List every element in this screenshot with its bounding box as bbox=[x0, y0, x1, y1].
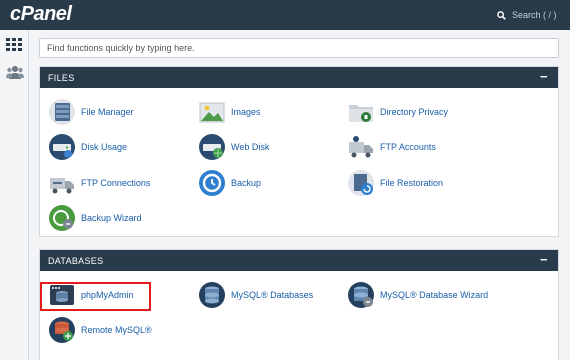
cpanel-logo[interactable]: cPanel bbox=[10, 3, 72, 26]
backup-label: Backup bbox=[231, 178, 262, 188]
quick-find-input[interactable] bbox=[39, 38, 559, 58]
files-panel-header[interactable]: FILES − bbox=[40, 67, 558, 88]
users-icon bbox=[5, 66, 24, 79]
search-label: Search ( / ) bbox=[512, 10, 557, 20]
files-title: FILES bbox=[48, 72, 75, 83]
web-disk-icon bbox=[199, 134, 225, 160]
mysql-databases-icon bbox=[199, 282, 225, 308]
mysql-wizard-label: MySQL® Database Wizard bbox=[380, 290, 489, 300]
databases-collapse-icon[interactable]: − bbox=[539, 253, 549, 266]
web-disk-link[interactable]: Web Disk bbox=[198, 132, 269, 162]
remote-mysql-icon bbox=[49, 317, 75, 343]
file-restoration-link[interactable]: File Restoration bbox=[347, 168, 443, 198]
files-panel: FILES − File Manager Images Directory Pr… bbox=[39, 66, 559, 237]
databases-panel-header[interactable]: DATABASES − bbox=[40, 250, 558, 271]
backup-wizard-icon bbox=[49, 205, 75, 231]
search-icon bbox=[497, 10, 506, 20]
images-link[interactable]: Images bbox=[198, 97, 261, 127]
ftp-accounts-link[interactable]: FTP Accounts bbox=[347, 132, 436, 162]
directory-privacy-icon bbox=[349, 105, 373, 122]
ftp-accounts-label: FTP Accounts bbox=[380, 142, 436, 152]
disk-usage-label: Disk Usage bbox=[81, 142, 128, 152]
ftp-connections-icon bbox=[50, 178, 74, 194]
disk-usage-link[interactable]: Disk Usage bbox=[48, 132, 127, 162]
remote-mysql-link[interactable]: Remote MySQL® bbox=[48, 315, 152, 345]
backup-icon bbox=[199, 170, 225, 196]
file-restoration-icon bbox=[348, 170, 374, 196]
ftp-connections-label: FTP Connections bbox=[81, 178, 151, 188]
databases-title: DATABASES bbox=[48, 255, 104, 266]
header-search[interactable]: Search ( / ) bbox=[497, 8, 557, 22]
images-icon bbox=[199, 102, 225, 123]
top-bar: cPanel Search ( / ) bbox=[0, 0, 570, 30]
images-label: Images bbox=[231, 107, 261, 117]
mysql-wizard-icon bbox=[348, 282, 374, 308]
file-manager-icon bbox=[49, 99, 75, 125]
mysql-wizard-link[interactable]: MySQL® Database Wizard bbox=[347, 280, 488, 310]
left-nav bbox=[0, 30, 29, 360]
directory-privacy-link[interactable]: Directory Privacy bbox=[347, 97, 448, 127]
backup-wizard-link[interactable]: Backup Wizard bbox=[48, 203, 142, 233]
backup-link[interactable]: Backup bbox=[198, 168, 261, 198]
web-disk-label: Web Disk bbox=[231, 142, 270, 152]
file-manager-label: File Manager bbox=[81, 107, 134, 117]
file-restoration-label: File Restoration bbox=[380, 178, 444, 188]
apps-grid-icon bbox=[6, 37, 22, 51]
apps-grid-button[interactable] bbox=[0, 30, 29, 58]
users-button[interactable] bbox=[0, 58, 29, 86]
directory-privacy-label: Directory Privacy bbox=[380, 107, 449, 117]
ftp-accounts-icon bbox=[349, 136, 373, 158]
mysql-databases-link[interactable]: MySQL® Databases bbox=[198, 280, 313, 310]
remote-mysql-label: Remote MySQL® bbox=[81, 325, 152, 335]
file-manager-link[interactable]: File Manager bbox=[48, 97, 134, 127]
phpmyadmin-highlight-box bbox=[40, 282, 151, 311]
backup-wizard-label: Backup Wizard bbox=[81, 213, 142, 223]
files-collapse-icon[interactable]: − bbox=[539, 70, 549, 83]
mysql-databases-label: MySQL® Databases bbox=[231, 290, 314, 300]
main-content: FILES − File Manager Images bbox=[29, 30, 570, 360]
ftp-connections-link[interactable]: FTP Connections bbox=[48, 168, 150, 198]
disk-usage-icon bbox=[49, 134, 75, 160]
